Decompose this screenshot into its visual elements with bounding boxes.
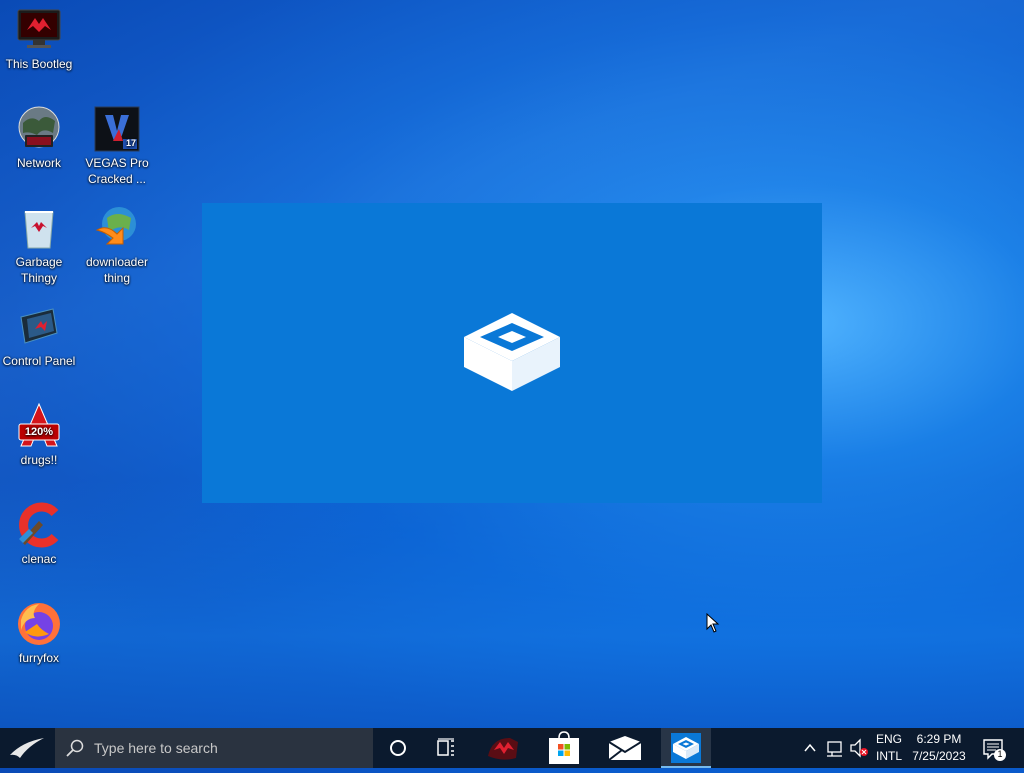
desktop-icon-garbage-thingy[interactable]: Garbage Thingy [0,204,78,286]
tray-network-button[interactable] [824,728,846,768]
start-button[interactable] [0,728,54,768]
desktop-icon-downloader-thing[interactable]: downloader thing [78,204,156,286]
task-view-icon [437,738,454,756]
taskbar-app-mail[interactable] [600,728,650,768]
chevron-up-icon [804,743,816,752]
taskbar-app-sandbox[interactable] [661,728,711,768]
start-logo-icon [10,738,44,758]
store-icon [549,731,579,764]
cortana-circle-icon [390,740,406,756]
vegas-pro-icon: 17 [93,105,141,153]
desktop-icon-this-bootleg[interactable]: This Bootleg [0,6,78,72]
language-line2: INTL [875,749,902,763]
desktop-icon-furryfox[interactable]: furryfox [0,600,78,666]
download-manager-icon [93,204,141,252]
desktop-icon-label: drugs!! [20,453,58,467]
vegas-version-badge: 17 [126,138,137,148]
ccleaner-icon [15,501,63,549]
volume-muted-icon [850,738,868,758]
taskbar: Type here to search ENG INTL 6:29 PM 7/2… [0,728,1024,768]
desktop-icon-control-panel[interactable]: Control Panel [0,303,78,369]
notification-icon [983,739,1006,761]
wallpaper-glow [0,480,1024,740]
mail-icon [608,736,642,761]
cortana-button[interactable] [373,728,423,768]
desktop-icon-label: VEGAS Pro Cracked ... [85,156,149,186]
task-view-button[interactable] [421,728,471,768]
tray-volume-button[interactable] [848,728,870,768]
taskbar-clock[interactable]: 6:29 PM 7/25/2023 [906,731,972,765]
acrobat-icon: 120% [15,402,63,450]
sandbox-icon [671,733,701,763]
taskbar-app-store[interactable] [539,728,589,768]
rog-app-icon [488,738,518,760]
network-wired-icon [827,741,842,757]
tray-overflow-button[interactable] [800,728,820,768]
notification-count: 1 [997,749,1003,759]
search-icon [65,738,85,758]
input-language-indicator[interactable]: ENG INTL [872,731,906,765]
drugs-zoom-badge: 120% [24,426,54,438]
clock-time: 6:29 PM [916,732,962,746]
desktop-icon-label: clenac [21,552,57,566]
language-line1: ENG [875,732,902,746]
desktop-icon-label: Control Panel [2,354,76,368]
firefox-icon [15,600,63,648]
desktop-icon-clenac[interactable]: clenac [0,501,78,567]
sandbox-box-icon [460,311,564,393]
taskbar-search-box[interactable]: Type here to search [55,728,373,768]
mouse-cursor [706,612,720,633]
desktop-icon-label: furryfox [18,651,59,665]
sandbox-splash-window [202,203,822,503]
taskbar-app-rog[interactable] [478,728,528,768]
desktop-icon-vegas-pro[interactable]: 17 VEGAS Pro Cracked ... [78,105,156,187]
desktop-icon-label: Garbage Thingy [15,255,63,285]
clock-date: 7/25/2023 [912,749,966,763]
desktop-icon-label: Network [16,156,61,170]
computer-icon [15,6,63,54]
network-icon [15,105,63,153]
desktop-icon-label: downloader thing [85,255,149,285]
control-panel-icon [15,303,63,351]
desktop-icon-drugs[interactable]: 120% drugs!! [0,402,78,468]
desktop-icon-label: This Bootleg [5,57,73,71]
search-placeholder: Type here to search [94,740,218,756]
recycle-bin-icon [15,204,63,252]
action-center-button[interactable]: 1 [978,728,1012,768]
desktop-icon-network[interactable]: Network [0,105,78,171]
